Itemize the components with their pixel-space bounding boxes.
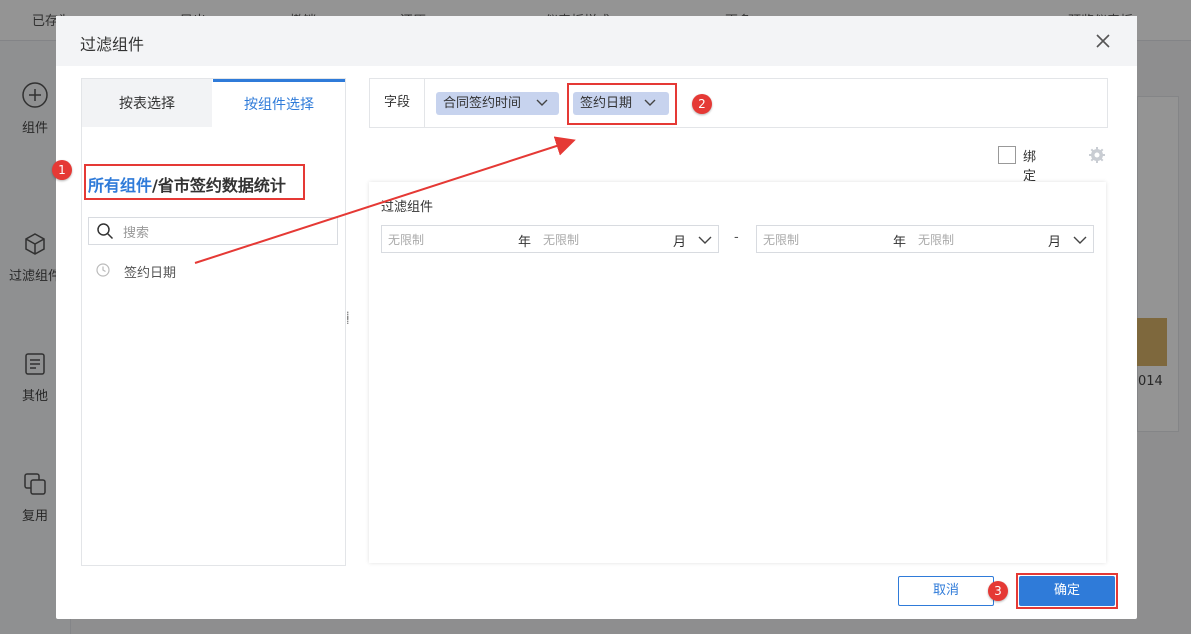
annotation-arrow — [194, 136, 576, 264]
step-badge-3: 3 — [988, 581, 1008, 601]
step-badge-1: 1 — [52, 160, 72, 180]
step-badge-2: 2 — [692, 94, 712, 114]
